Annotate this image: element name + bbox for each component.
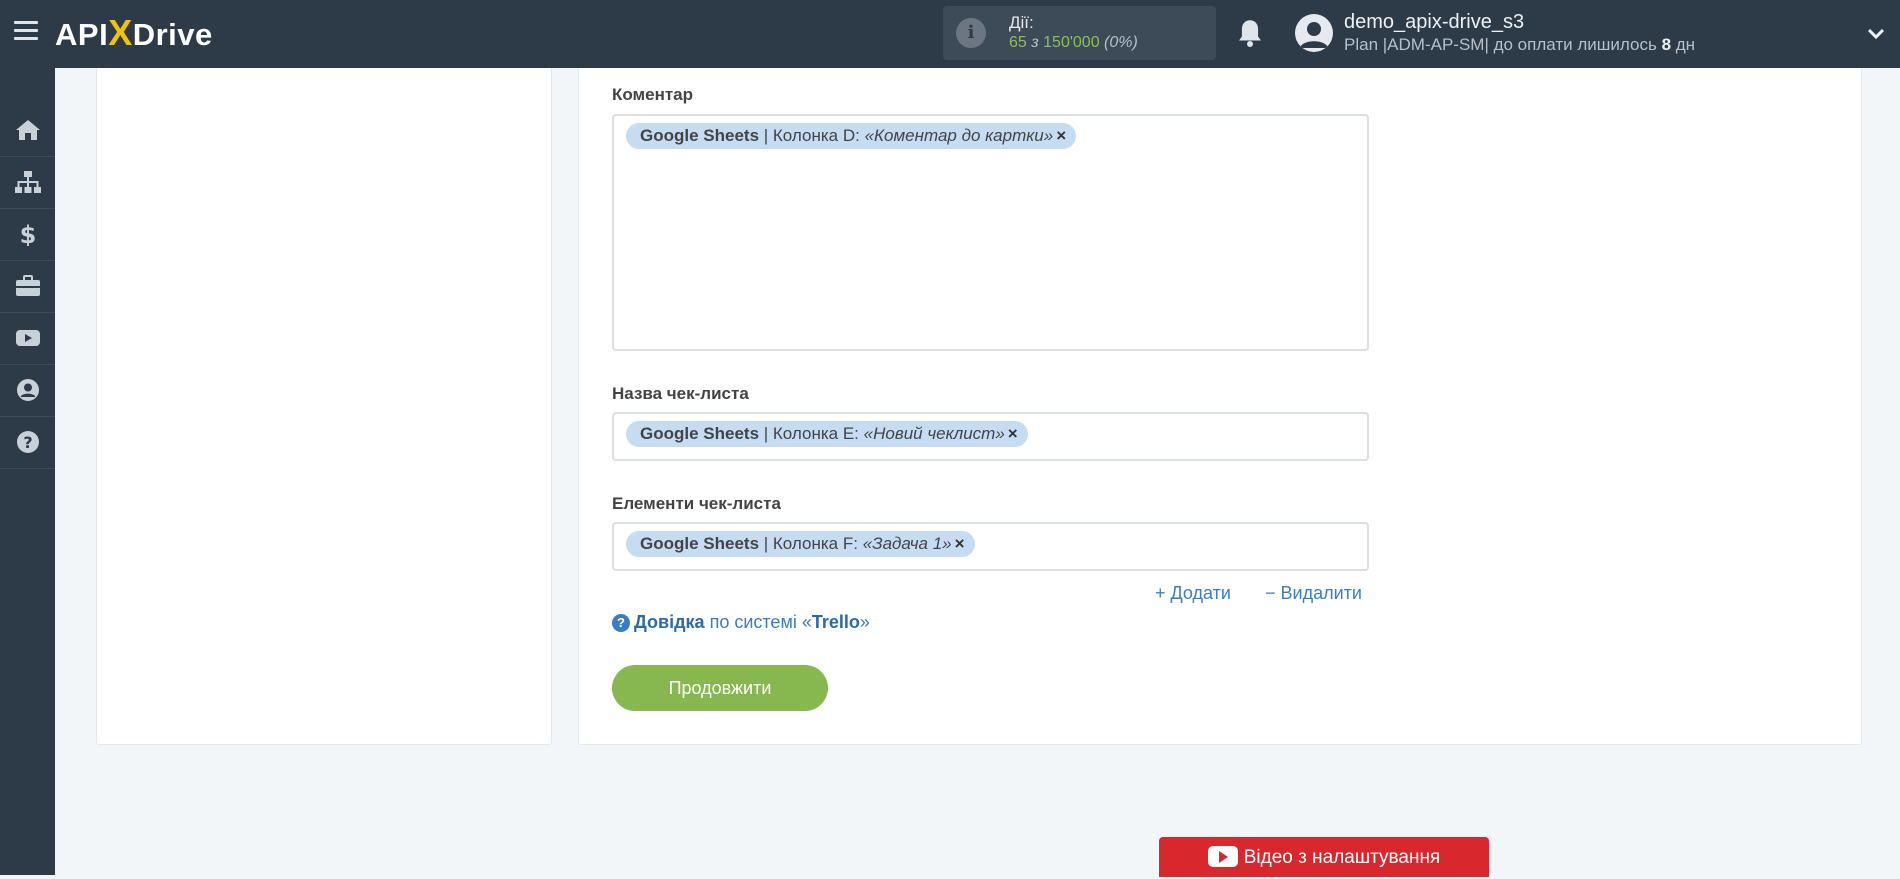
actions-counter[interactable]: i Дії: 65 з 150'000 (0%) bbox=[943, 6, 1216, 60]
remove-tag-icon[interactable]: × bbox=[1008, 424, 1018, 443]
svg-text:?: ? bbox=[23, 433, 32, 452]
remove-tag-icon[interactable]: × bbox=[955, 534, 965, 553]
youtube-icon bbox=[16, 330, 40, 346]
help-icon: ? bbox=[17, 431, 39, 453]
sidebar-item-billing[interactable]: $ bbox=[0, 208, 55, 261]
help-line: ? Довідка по системі «Trello» bbox=[612, 612, 870, 633]
bell-icon[interactable] bbox=[1236, 18, 1264, 48]
sidebar-item-connections[interactable] bbox=[0, 156, 55, 209]
checklist-items-label: Елементи чек-листа bbox=[612, 494, 781, 513]
sitemap-icon bbox=[15, 171, 41, 193]
avatar[interactable] bbox=[1295, 14, 1333, 52]
comment-label: Коментар bbox=[612, 85, 693, 104]
field-tag: Google Sheets | Колонка D: «Коментар до … bbox=[626, 123, 1077, 149]
svg-text:$: $ bbox=[20, 222, 37, 246]
info-icon: i bbox=[956, 18, 986, 48]
top-bar: APIXDrive i Дії: 65 з 150'000 (0%) demo_… bbox=[0, 0, 1900, 68]
actions-label: Дії: bbox=[1009, 13, 1034, 32]
briefcase-icon bbox=[16, 275, 40, 296]
checklist-name-label: Назва чек-листа bbox=[612, 384, 749, 403]
help-link[interactable]: Довідка bbox=[634, 612, 705, 632]
logo[interactable]: APIXDrive bbox=[55, 12, 213, 54]
remove-item-link[interactable]: − Видалити bbox=[1265, 583, 1362, 604]
actions-count: 65 з 150'000 (0%) bbox=[1009, 34, 1138, 51]
sidebar-item-home[interactable] bbox=[0, 104, 55, 157]
field-tag: Google Sheets | Колонка E: «Новий чеклис… bbox=[626, 421, 1028, 447]
checklist-name-field[interactable]: Google Sheets | Колонка E: «Новий чеклис… bbox=[612, 412, 1369, 461]
checklist-items-field[interactable]: Google Sheets | Колонка F: «Задача 1» × bbox=[612, 522, 1369, 571]
username[interactable]: demo_apix-drive_s3 bbox=[1344, 11, 1524, 34]
chevron-down-icon[interactable] bbox=[1866, 24, 1886, 44]
field-tag: Google Sheets | Колонка F: «Задача 1» × bbox=[626, 531, 975, 557]
youtube-icon bbox=[1207, 846, 1238, 867]
comment-field[interactable]: Google Sheets | Колонка D: «Коментар до … bbox=[612, 114, 1369, 351]
sidebar-item-videos[interactable] bbox=[0, 312, 55, 365]
plan-info: Plan |ADM-AP-SM| до оплати лишилось 8 дн bbox=[1344, 35, 1696, 54]
question-icon: ? bbox=[612, 614, 630, 632]
remove-tag-icon[interactable]: × bbox=[1056, 126, 1066, 145]
sidebar-item-account[interactable] bbox=[0, 364, 55, 417]
sidebar-item-help[interactable]: ? bbox=[0, 416, 55, 469]
menu-icon[interactable] bbox=[14, 21, 38, 41]
dollar-icon: $ bbox=[20, 222, 37, 246]
add-item-link[interactable]: + Додати bbox=[1155, 583, 1231, 604]
video-button[interactable]: Відео з налаштування bbox=[1159, 837, 1489, 877]
left-panel bbox=[96, 68, 552, 745]
user-icon bbox=[17, 379, 39, 401]
continue-button[interactable]: Продовжити bbox=[612, 665, 828, 711]
home-icon bbox=[16, 120, 40, 140]
sidebar-item-services[interactable] bbox=[0, 260, 55, 313]
sidebar: $ ? bbox=[0, 68, 55, 875]
